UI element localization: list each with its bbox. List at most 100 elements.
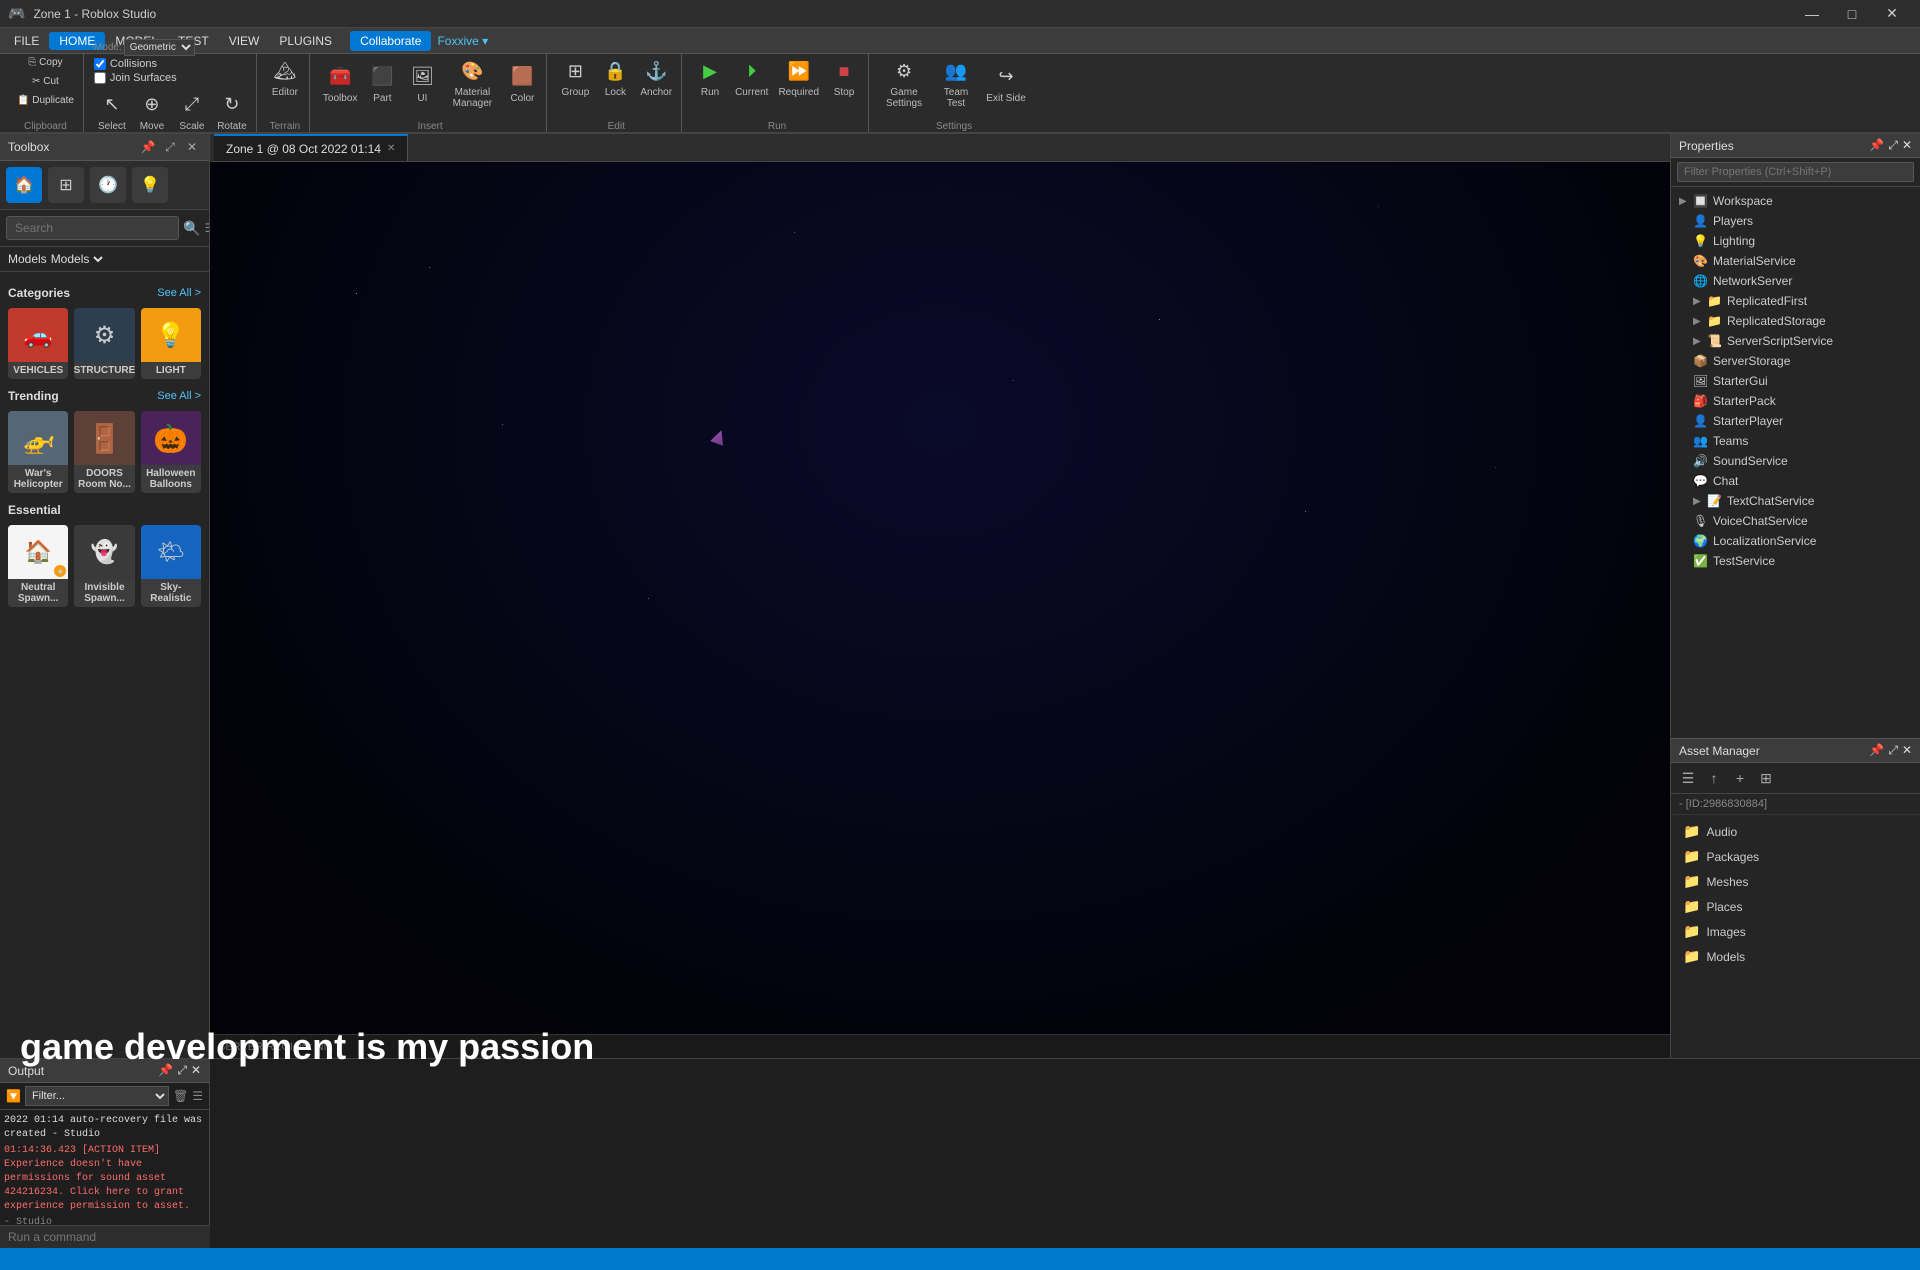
color-button[interactable]: 🟫 Color [504, 54, 540, 112]
output-close-icon[interactable]: ✕ [191, 1063, 201, 1078]
anchor-button[interactable]: ⚓ Anchor [637, 54, 675, 101]
asset-menu-icon[interactable]: ☰ [1677, 767, 1699, 789]
scale-button[interactable]: ⤢ Scale [174, 88, 210, 135]
command-bar[interactable] [0, 1225, 210, 1248]
asset-close-icon[interactable]: ✕ [1902, 743, 1912, 758]
tree-starter-pack[interactable]: 🎒 StarterPack [1671, 391, 1920, 411]
select-button[interactable]: ↖ Select [94, 88, 130, 135]
toolbox-pin-icon[interactable]: 📌 [139, 138, 157, 156]
join-surfaces-checkbox[interactable]: Join Surfaces [94, 72, 177, 84]
categories-see-all[interactable]: See All > [157, 287, 201, 299]
asset-grid-icon[interactable]: ⊞ [1755, 767, 1777, 789]
asset-folder-meshes[interactable]: 📁 Meshes [1671, 869, 1920, 894]
team-test-button[interactable]: 👥 Team Test [933, 54, 979, 112]
collaborate-button[interactable]: Collaborate [350, 31, 431, 51]
tree-lighting[interactable]: 💡 Lighting [1671, 231, 1920, 251]
filter-properties-input[interactable] [1677, 162, 1914, 182]
move-button[interactable]: ⊕ Move [134, 88, 170, 135]
editor-button[interactable]: 🏔 Editor [267, 54, 303, 101]
essential-spawn[interactable]: 🏠 ★ Neutral Spawn... [8, 525, 68, 607]
mode-select[interactable]: Geometric [124, 39, 195, 56]
essential-sky[interactable]: 🌤 Sky-Realistic [141, 525, 201, 607]
toolbox-tab-inventory[interactable]: ⊞ [48, 167, 84, 203]
maximize-button[interactable]: □ [1832, 0, 1872, 28]
tree-material-service[interactable]: 🎨 MaterialService [1671, 251, 1920, 271]
group-button[interactable]: ⊞ Group [557, 54, 593, 101]
output-clear-icon[interactable]: 🗑 [173, 1089, 188, 1103]
toolbox-button[interactable]: 🧰 Toolbox [320, 54, 360, 112]
asset-folder-models[interactable]: 📁 Models [1671, 944, 1920, 969]
tree-chat[interactable]: 💬 Chat [1671, 471, 1920, 491]
material-manager-button[interactable]: 🎨 Material Manager [444, 54, 500, 112]
tree-voice-chat-service[interactable]: 🎙 VoiceChatService [1671, 511, 1920, 531]
part-button[interactable]: ⬛ Part [364, 54, 400, 112]
user-avatar-btn[interactable]: Foxxive ▾ [437, 34, 488, 48]
category-light[interactable]: 💡 LIGHT [141, 308, 201, 379]
toolbox-tab-recent[interactable]: 🕐 [90, 167, 126, 203]
tree-starter-gui[interactable]: 🖼 StarterGui [1671, 371, 1920, 391]
toolbox-close-icon[interactable]: ✕ [183, 138, 201, 156]
tree-teams[interactable]: 👥 Teams [1671, 431, 1920, 451]
viewport-canvas[interactable] [210, 162, 1670, 1034]
properties-expand-icon[interactable]: ⤢ [1888, 138, 1898, 153]
properties-pin-icon[interactable]: 📌 [1869, 138, 1884, 153]
models-dropdown[interactable]: Models Models [0, 247, 209, 272]
rotate-button[interactable]: ↻ Rotate [214, 88, 250, 135]
game-settings-button[interactable]: ⚙ Game Settings [879, 54, 929, 112]
asset-upload-icon[interactable]: ↑ [1703, 767, 1725, 789]
output-expand-icon[interactable]: ⤢ [177, 1063, 187, 1078]
current-button[interactable]: ⏵ Current [732, 54, 771, 101]
required-button[interactable]: ⏩ Required [775, 54, 822, 101]
asset-expand-icon[interactable]: ⤢ [1888, 743, 1898, 758]
collisions-checkbox[interactable]: Collisions [94, 58, 157, 70]
category-structure[interactable]: ⚙ STRUCTURE [74, 308, 134, 379]
asset-pin-icon[interactable]: 📌 [1869, 743, 1884, 758]
output-line[interactable]: 01:14:36.423 [ACTION ITEM] Experience do… [4, 1144, 205, 1214]
tab-close-icon[interactable]: ✕ [387, 143, 395, 154]
copy-button[interactable]: ⎘ Copy [14, 54, 77, 71]
tree-text-chat-service[interactable]: ▶ 📝 TextChatService [1671, 491, 1920, 511]
asset-folder-audio[interactable]: 📁 Audio [1671, 819, 1920, 844]
asset-folder-packages[interactable]: 📁 Packages [1671, 844, 1920, 869]
trending-halloween[interactable]: 🎃 Halloween Balloons [141, 411, 201, 493]
menu-plugins[interactable]: PLUGINS [269, 32, 342, 50]
trending-see-all[interactable]: See All > [157, 390, 201, 402]
tree-server-storage[interactable]: 📦 ServerStorage [1671, 351, 1920, 371]
exit-side-button[interactable]: ↪ Exit Side [983, 54, 1029, 112]
lock-button[interactable]: 🔒 Lock [597, 54, 633, 101]
run-button[interactable]: ▶ Run [692, 54, 728, 101]
output-filter-select[interactable]: Filter... [25, 1086, 169, 1106]
close-button[interactable]: ✕ [1872, 0, 1912, 28]
trending-doors[interactable]: 🚪 DOORS Room No... [74, 411, 134, 493]
output-menu-icon[interactable]: ☰ [192, 1089, 203, 1103]
tree-replicated-storage[interactable]: ▶ 📁 ReplicatedStorage [1671, 311, 1920, 331]
toolbox-expand-icon[interactable]: ⤢ [161, 138, 179, 156]
tree-starter-player[interactable]: 👤 StarterPlayer [1671, 411, 1920, 431]
asset-folder-places[interactable]: 📁 Places [1671, 894, 1920, 919]
tree-localization-service[interactable]: 🌍 LocalizationService [1671, 531, 1920, 551]
output-pin-icon[interactable]: 📌 [158, 1063, 173, 1078]
asset-add-icon[interactable]: + [1729, 767, 1751, 789]
viewport-tab[interactable]: Zone 1 @ 08 Oct 2022 01:14 ✕ [214, 134, 408, 161]
paste-button[interactable]: 📋 Duplicate [14, 92, 77, 109]
tree-network-server[interactable]: 🌐 NetworkServer [1671, 271, 1920, 291]
models-select[interactable]: Models [47, 251, 106, 267]
tree-sound-service[interactable]: 🔊 SoundService [1671, 451, 1920, 471]
properties-close-icon[interactable]: ✕ [1902, 138, 1912, 153]
tree-players[interactable]: 👤 Players [1671, 211, 1920, 231]
cut-button[interactable]: ✂ Cut [14, 73, 77, 90]
tree-replicated-first[interactable]: ▶ 📁 ReplicatedFirst [1671, 291, 1920, 311]
tree-test-service[interactable]: ✅ TestService [1671, 551, 1920, 571]
trending-helicopter[interactable]: 🚁 War's Helicopter [8, 411, 68, 493]
ui-button[interactable]: 🖼 UI [404, 54, 440, 112]
command-input[interactable] [8, 1230, 202, 1244]
category-vehicles[interactable]: 🚗 VEHICLES [8, 308, 68, 379]
stop-button[interactable]: ■ Stop [826, 54, 862, 101]
tree-workspace[interactable]: ▶ 🔲 Workspace [1671, 191, 1920, 211]
search-input[interactable] [6, 216, 179, 240]
menu-file[interactable]: FILE [4, 32, 49, 50]
tree-server-script-service[interactable]: ▶ 📜 ServerScriptService [1671, 331, 1920, 351]
toolbox-tab-plugins[interactable]: 💡 [132, 167, 168, 203]
essential-invisible[interactable]: 👻 Invisible Spawn... [74, 525, 134, 607]
asset-folder-images[interactable]: 📁 Images [1671, 919, 1920, 944]
